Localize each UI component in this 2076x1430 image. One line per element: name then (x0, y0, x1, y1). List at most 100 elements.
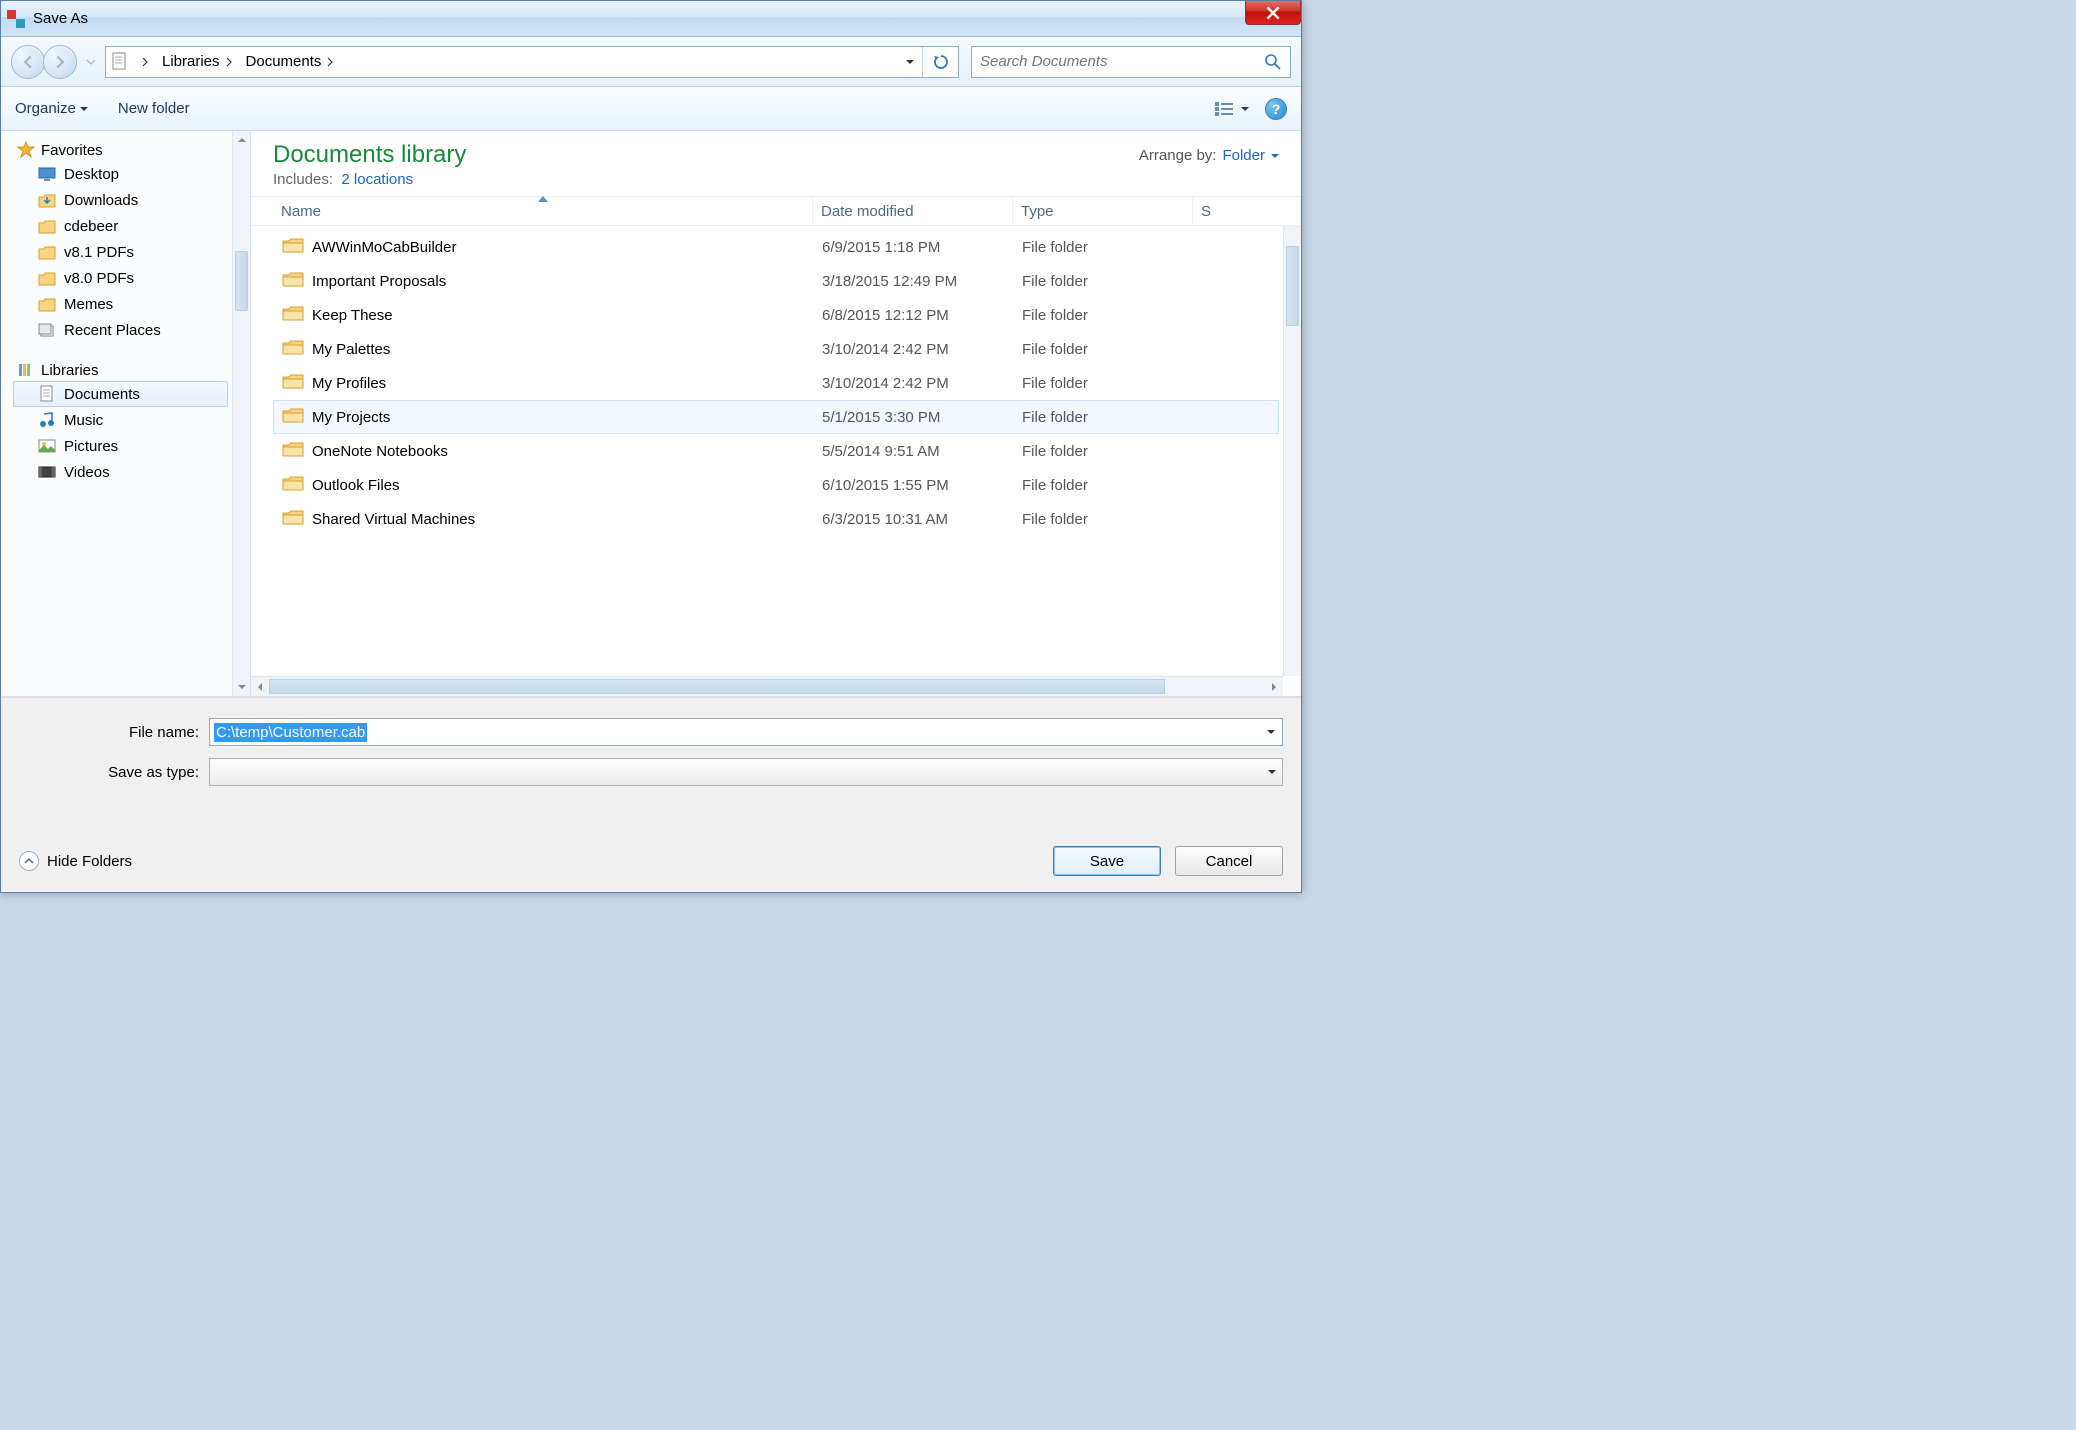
breadcrumb-libraries[interactable]: Libraries (158, 47, 242, 77)
sidebar-item-fav[interactable]: Downloads (13, 187, 228, 213)
sidebar-scrollbar[interactable] (232, 131, 250, 696)
sidebar-item-label: Pictures (64, 438, 118, 455)
row-date: 3/18/2015 12:49 PM (814, 273, 1014, 290)
sidebar-item-label: Desktop (64, 166, 119, 183)
hide-folders-button[interactable]: Hide Folders (19, 851, 132, 871)
videos-icon (38, 463, 56, 481)
libraries-icon (17, 361, 35, 379)
nav-forward-button[interactable] (43, 45, 77, 79)
libraries-header[interactable]: Libraries (13, 359, 228, 381)
address-dropdown[interactable] (898, 53, 922, 70)
table-row[interactable]: AWWinMoCabBuilder 6/9/2015 1:18 PMFile fo… (273, 230, 1279, 264)
breadcrumb-documents[interactable]: Documents (242, 47, 344, 77)
sidebar-item-fav[interactable]: v8.1 PDFs (13, 239, 228, 265)
address-bar[interactable]: Libraries Documents (105, 46, 959, 78)
table-row[interactable]: My Projects5/1/2015 3:30 PMFile folder (273, 400, 1279, 434)
folder-icon (282, 508, 304, 530)
new-folder-button[interactable]: New folder (118, 100, 190, 117)
file-name-input[interactable]: C:\temp\Customer.cab (214, 723, 367, 742)
table-row[interactable]: OneNote Notebooks5/5/2014 9:51 AMFile fo… (273, 434, 1279, 468)
folder-icon (282, 270, 304, 292)
favorites-section: Favorites Desktop Downloadscdebeerv8.1 PD… (1, 139, 250, 343)
arrow-right-icon (53, 55, 67, 69)
search-box[interactable] (971, 46, 1291, 78)
folder-icon (282, 474, 304, 496)
titlebar: Save As (1, 1, 1301, 37)
sidebar-item-lib[interactable]: Videos (13, 459, 228, 485)
library-title: Documents library (273, 141, 466, 169)
main-horizontal-scrollbar[interactable] (251, 676, 1283, 696)
row-type: File folder (1014, 239, 1194, 256)
table-row[interactable]: Outlook Files6/10/2015 1:55 PMFile folde… (273, 468, 1279, 502)
row-name: Outlook Files (312, 477, 400, 494)
row-name: My Projects (312, 409, 390, 426)
column-size[interactable]: S (1193, 197, 1301, 225)
sort-asc-icon (538, 196, 548, 202)
favorites-header[interactable]: Favorites (13, 139, 228, 161)
sidebar-item-fav[interactable]: Recent Places (13, 317, 228, 343)
row-name: Keep These (312, 307, 393, 324)
locations-link[interactable]: 2 locations (341, 171, 413, 188)
folder-icon (38, 243, 56, 261)
row-name: AWWinMoCabBuilder (312, 239, 457, 256)
sidebar-item-label: Videos (64, 464, 110, 481)
scroll-down-icon (238, 683, 246, 691)
file-name-dropdown[interactable] (1260, 728, 1282, 736)
cancel-button[interactable]: Cancel (1175, 846, 1283, 876)
sidebar-item-lib[interactable]: Music (13, 407, 228, 433)
row-type: File folder (1014, 375, 1194, 392)
scrollbar-thumb[interactable] (235, 251, 248, 311)
music-icon (38, 411, 56, 429)
row-date: 5/1/2015 3:30 PM (814, 409, 1014, 426)
save-type-label: Save as type: (19, 764, 209, 781)
row-date: 6/9/2015 1:18 PM (814, 239, 1014, 256)
library-subtitle: Includes: 2 locations (273, 171, 466, 188)
main-vertical-scrollbar[interactable] (1283, 226, 1301, 676)
bottom-panel: File name: C:\temp\Customer.cab Save as … (1, 697, 1301, 892)
table-row[interactable]: My Profiles3/10/2014 2:42 PMFile folder (273, 366, 1279, 400)
chevron-up-icon (24, 856, 34, 866)
toolbar: Organize New folder ? (1, 87, 1301, 131)
help-button[interactable]: ? (1265, 98, 1287, 120)
row-date: 5/5/2014 9:51 AM (814, 443, 1014, 460)
table-row[interactable]: Keep These6/8/2015 12:12 PMFile folder (273, 298, 1279, 332)
refresh-button[interactable] (922, 47, 958, 77)
folder-icon (38, 217, 56, 235)
view-options-button[interactable] (1209, 98, 1255, 120)
file-name-input-wrap: C:\temp\Customer.cab (209, 718, 1283, 746)
pictures-icon (38, 437, 56, 455)
sidebar: Favorites Desktop Downloadscdebeerv8.1 PD… (1, 131, 251, 696)
desktop-icon (38, 165, 56, 183)
sidebar-item-fav[interactable]: Memes (13, 291, 228, 317)
sidebar-item-lib[interactable]: Documents (13, 381, 228, 407)
help-icon: ? (1272, 101, 1281, 117)
chevron-right-icon (325, 57, 335, 67)
save-type-select[interactable] (209, 758, 1283, 786)
sidebar-item-fav[interactable]: v8.0 PDFs (13, 265, 228, 291)
row-name: My Profiles (312, 375, 386, 392)
column-type[interactable]: Type (1013, 197, 1193, 225)
sidebar-item-fav[interactable]: cdebeer (13, 213, 228, 239)
close-button[interactable] (1245, 1, 1301, 25)
breadcrumb-root[interactable] (132, 47, 158, 77)
save-button[interactable]: Save (1053, 846, 1161, 876)
scrollbar-thumb[interactable] (269, 679, 1165, 694)
arrange-by[interactable]: Arrange by: Folder (1139, 141, 1279, 164)
navbar: Libraries Documents (1, 37, 1301, 87)
sidebar-item-fav[interactable]: Desktop (13, 161, 228, 187)
column-date[interactable]: Date modified (813, 197, 1013, 225)
close-icon (1266, 6, 1280, 20)
chevron-right-icon (140, 57, 150, 67)
column-name[interactable]: Name (273, 197, 813, 225)
search-input[interactable] (980, 53, 1264, 70)
nav-back-button[interactable] (11, 45, 45, 79)
sidebar-item-lib[interactable]: Pictures (13, 433, 228, 459)
scroll-right-icon (1270, 683, 1278, 691)
table-row[interactable]: My Palettes3/10/2014 2:42 PMFile folder (273, 332, 1279, 366)
nav-history-dropdown[interactable] (83, 57, 99, 67)
table-row[interactable]: Shared Virtual Machines6/3/2015 10:31 AM… (273, 502, 1279, 536)
table-row[interactable]: Important Proposals3/18/2015 12:49 PMFil… (273, 264, 1279, 298)
organize-menu[interactable]: Organize (15, 100, 88, 117)
scrollbar-thumb[interactable] (1286, 246, 1299, 326)
window-title: Save As (33, 10, 88, 27)
